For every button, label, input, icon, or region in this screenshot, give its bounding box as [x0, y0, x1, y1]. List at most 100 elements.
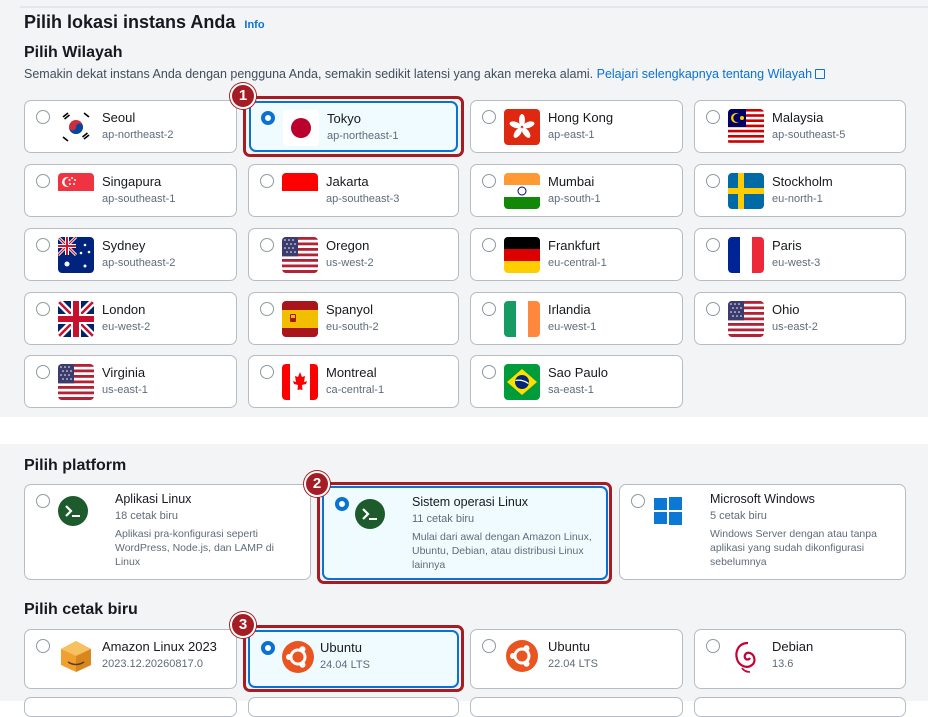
blueprint-card-ubuntu-22[interactable]: Ubuntu 22.04 LTS — [470, 629, 683, 689]
blueprint-card-debian[interactable]: Debian 13.6 — [694, 629, 906, 689]
learn-more-link[interactable]: Pelajari selengkapnya tentang Wilayah — [596, 67, 826, 81]
platform-desc: Aplikasi pra-konfigurasi seperti WordPre… — [115, 528, 274, 568]
blueprint-radio-selected[interactable] — [261, 641, 275, 655]
region-name: Jakarta — [326, 174, 369, 189]
region-card-spanyol[interactable]: Spanyol eu-south-2 — [248, 292, 459, 345]
blueprint-version: 13.6 — [772, 658, 794, 670]
region-radio[interactable] — [706, 174, 720, 188]
hong-kong-flag-icon — [504, 109, 540, 145]
region-radio-selected[interactable] — [261, 111, 275, 125]
region-radio[interactable] — [706, 110, 720, 124]
region-card-ohio[interactable]: Ohio us-east-2 — [694, 292, 906, 345]
blueprint-card-partial[interactable] — [248, 697, 459, 717]
step-badge-2: 2 — [304, 471, 330, 497]
region-code: us-east-1 — [102, 384, 148, 396]
platform-card-linux-apps[interactable]: Aplikasi Linux 18 cetak biru Aplikasi pr… — [24, 484, 311, 580]
region-name: Malaysia — [772, 110, 824, 125]
region-radio[interactable] — [260, 174, 274, 188]
region-card-montreal[interactable]: Montreal ca-central-1 — [248, 355, 459, 408]
debian-logo-icon — [735, 641, 756, 673]
region-card-london[interactable]: London eu-west-2 — [24, 292, 237, 345]
region-code: sa-east-1 — [548, 384, 594, 396]
region-name: Irlandia — [548, 302, 591, 317]
region-card-sao-paulo[interactable]: Sao Paulo sa-east-1 — [470, 355, 683, 408]
south-korea-flag-icon — [58, 109, 94, 145]
region-card-mumbai[interactable]: Mumbai ap-south-1 — [470, 164, 683, 217]
amazon-linux-icon — [61, 641, 91, 672]
region-radio[interactable] — [36, 110, 50, 124]
region-radio[interactable] — [482, 238, 496, 252]
singapore-flag-icon — [58, 173, 94, 209]
region-radio[interactable] — [260, 302, 274, 316]
blueprint-radio[interactable] — [706, 639, 720, 653]
canada-flag-icon — [282, 364, 318, 400]
blueprint-radio[interactable] — [36, 639, 50, 653]
malaysia-flag-icon — [728, 109, 764, 145]
ubuntu-logo-icon — [506, 640, 538, 672]
region-radio[interactable] — [706, 302, 720, 316]
blueprint-card-partial[interactable] — [24, 697, 237, 717]
india-flag-icon — [504, 173, 540, 209]
region-card-jakarta[interactable]: Jakarta ap-southeast-3 — [248, 164, 459, 217]
region-card-stockholm[interactable]: Stockholm eu-north-1 — [694, 164, 906, 217]
divider — [20, 6, 928, 8]
platform-card-linux-os[interactable]: Sistem operasi Linux 11 cetak biru Mulai… — [322, 486, 608, 580]
germany-flag-icon — [504, 237, 540, 273]
region-radio[interactable] — [36, 238, 50, 252]
learn-more-text: Pelajari selengkapnya tentang Wilayah — [596, 67, 813, 81]
region-radio[interactable] — [36, 365, 50, 379]
region-code: ap-southeast-2 — [102, 257, 176, 269]
region-code: eu-west-1 — [548, 321, 597, 333]
region-radio[interactable] — [706, 238, 720, 252]
platform-card-windows[interactable]: Microsoft Windows 5 cetak biru Windows S… — [619, 484, 906, 580]
indonesia-flag-icon — [282, 173, 318, 209]
region-name: Spanyol — [326, 302, 373, 317]
region-name: Seoul — [102, 110, 136, 125]
region-radio[interactable] — [260, 238, 274, 252]
platform-radio[interactable] — [631, 494, 645, 508]
blueprint-name: Amazon Linux 2023 — [102, 639, 217, 654]
blueprint-card-partial[interactable] — [470, 697, 683, 717]
platform-radio-selected[interactable] — [335, 497, 349, 511]
region-radio[interactable] — [36, 174, 50, 188]
blueprint-version: 24.04 LTS — [320, 659, 370, 671]
blueprint-card-partial[interactable] — [694, 697, 906, 717]
region-card-hong-kong[interactable]: Hong Kong ap-east-1 — [470, 100, 683, 153]
region-card-malaysia[interactable]: Malaysia ap-southeast-5 — [694, 100, 906, 153]
region-card-tokyo[interactable]: Tokyo ap-northeast-1 — [249, 101, 458, 152]
region-radio[interactable] — [482, 365, 496, 379]
terminal-icon — [355, 499, 385, 529]
region-radio[interactable] — [482, 302, 496, 316]
region-radio[interactable] — [482, 174, 496, 188]
region-card-irlandia[interactable]: Irlandia eu-west-1 — [470, 292, 683, 345]
region-card-singapura[interactable]: Singapura ap-southeast-1 — [24, 164, 237, 217]
region-code: ap-southeast-3 — [326, 193, 400, 205]
region-description: Semakin dekat instans Anda dengan penggu… — [24, 67, 826, 81]
japan-flag-icon — [283, 110, 319, 146]
step-badge-3: 3 — [230, 612, 256, 638]
region-card-seoul[interactable]: Seoul ap-northeast-2 — [24, 100, 237, 153]
platform-radio[interactable] — [36, 494, 50, 508]
region-card-frankfurt[interactable]: Frankfurt eu-central-1 — [470, 228, 683, 281]
region-card-virginia[interactable]: Virginia us-east-1 — [24, 355, 237, 408]
region-card-paris[interactable]: Paris eu-west-3 — [694, 228, 906, 281]
region-radio[interactable] — [260, 365, 274, 379]
region-radio[interactable] — [36, 302, 50, 316]
blueprint-card-amazon-linux[interactable]: Amazon Linux 2023 2023.12.20260817.0 — [24, 629, 237, 689]
region-code: us-west-2 — [326, 257, 374, 269]
blueprint-card-ubuntu-24[interactable]: Ubuntu 24.04 LTS — [248, 630, 459, 688]
sweden-flag-icon — [728, 173, 764, 209]
region-card-oregon[interactable]: Oregon us-west-2 — [248, 228, 459, 281]
region-radio[interactable] — [482, 110, 496, 124]
blueprint-version: 22.04 LTS — [548, 658, 598, 670]
region-code: ap-east-1 — [548, 129, 595, 141]
region-name: Virginia — [102, 365, 146, 380]
region-code: ap-southeast-5 — [772, 129, 846, 141]
region-card-sydney[interactable]: Sydney ap-southeast-2 — [24, 228, 237, 281]
platform-section-title: Pilih platform — [24, 457, 127, 474]
blueprint-radio[interactable] — [482, 639, 496, 653]
terminal-icon — [58, 496, 88, 526]
usa-flag-icon — [282, 237, 318, 273]
info-link[interactable]: Info — [244, 19, 264, 31]
region-description-text: Semakin dekat instans Anda dengan penggu… — [24, 67, 594, 81]
